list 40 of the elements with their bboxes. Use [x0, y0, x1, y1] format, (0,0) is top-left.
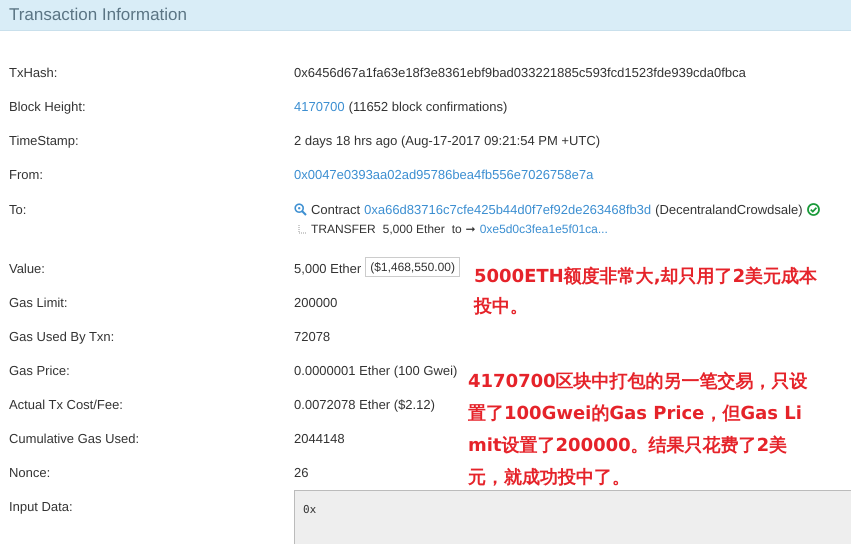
annotation-text: 4170700区块中打包的另一笔交易，只设置了100Gwei的Gas Price，但Gas Limit设置了200000。结果只花费了2美元，就成功投中了。: [468, 370, 809, 490]
field-label: Gas Used By Txn:: [8, 329, 116, 346]
field-label: Actual Tx Cost/Fee:: [8, 397, 124, 414]
field-label: To:: [8, 202, 28, 219]
field-label: Input Data:: [8, 499, 74, 516]
field-label: Block Height:: [8, 99, 87, 116]
field-value: 2044148: [294, 431, 345, 446]
tree-connector-icon: [298, 224, 307, 234]
field-value: 26: [294, 465, 308, 480]
field-value: 2 days 18 hrs ago (Aug-17-2017 09:21:54 PM +UTC): [294, 133, 600, 148]
field-value: 0.0000001 Ether (100 Gwei): [294, 363, 458, 378]
panel-title: Transaction Information: [9, 5, 187, 25]
field-value: 72078: [294, 329, 330, 344]
field-label: Nonce:: [8, 465, 52, 482]
link[interactable]: 4170700: [294, 99, 345, 114]
arrow-glyph: ➞: [466, 222, 476, 236]
usd-value-tag: ($1,468,550.00): [365, 257, 460, 277]
annotation-text: 5000ETH额度非常大,却只用了2美元成本投中。: [474, 265, 818, 319]
field-value: 200000: [294, 295, 338, 310]
field-value: 5,000 Ether: [294, 261, 362, 276]
field-value: 0x6456d67a1fa63e18f3e8361ebf9bad033221885c593fcd1523fde939cda0fbca: [294, 65, 746, 80]
field-label: From:: [8, 167, 44, 184]
field-value: 0.0072078 Ether ($2.12): [294, 397, 435, 412]
transfer-to-label: to: [452, 222, 462, 236]
field-label: Value:: [8, 261, 46, 278]
field-label: Gas Price:: [8, 363, 71, 380]
field-label: TimeStamp:: [8, 133, 80, 150]
transfer-amount: 5,000 Ether: [382, 222, 445, 236]
search-icon[interactable]: [294, 203, 307, 216]
field-label: Cumulative Gas Used:: [8, 431, 140, 448]
contract-name: (DecentralandCrowdsale): [655, 202, 803, 217]
link[interactable]: 0x0047e0393aa02ad95786bea4fb556e7026758e7a: [294, 167, 594, 182]
field-value: (11652 block confirmations): [348, 99, 508, 114]
contract-label: Contract: [311, 202, 360, 217]
input-data-field[interactable]: 0x: [294, 490, 851, 544]
field-label: TxHash:: [8, 65, 58, 82]
transfer-label: TRANSFER: [311, 222, 376, 236]
field-label: Gas Limit:: [8, 295, 69, 312]
recipient-address-link[interactable]: 0xe5d0c3fea1e5f01ca...: [480, 222, 608, 236]
contract-address-link[interactable]: 0xa66d83716c7cfe425b44d0f7ef92de263468fb3d: [364, 202, 652, 217]
